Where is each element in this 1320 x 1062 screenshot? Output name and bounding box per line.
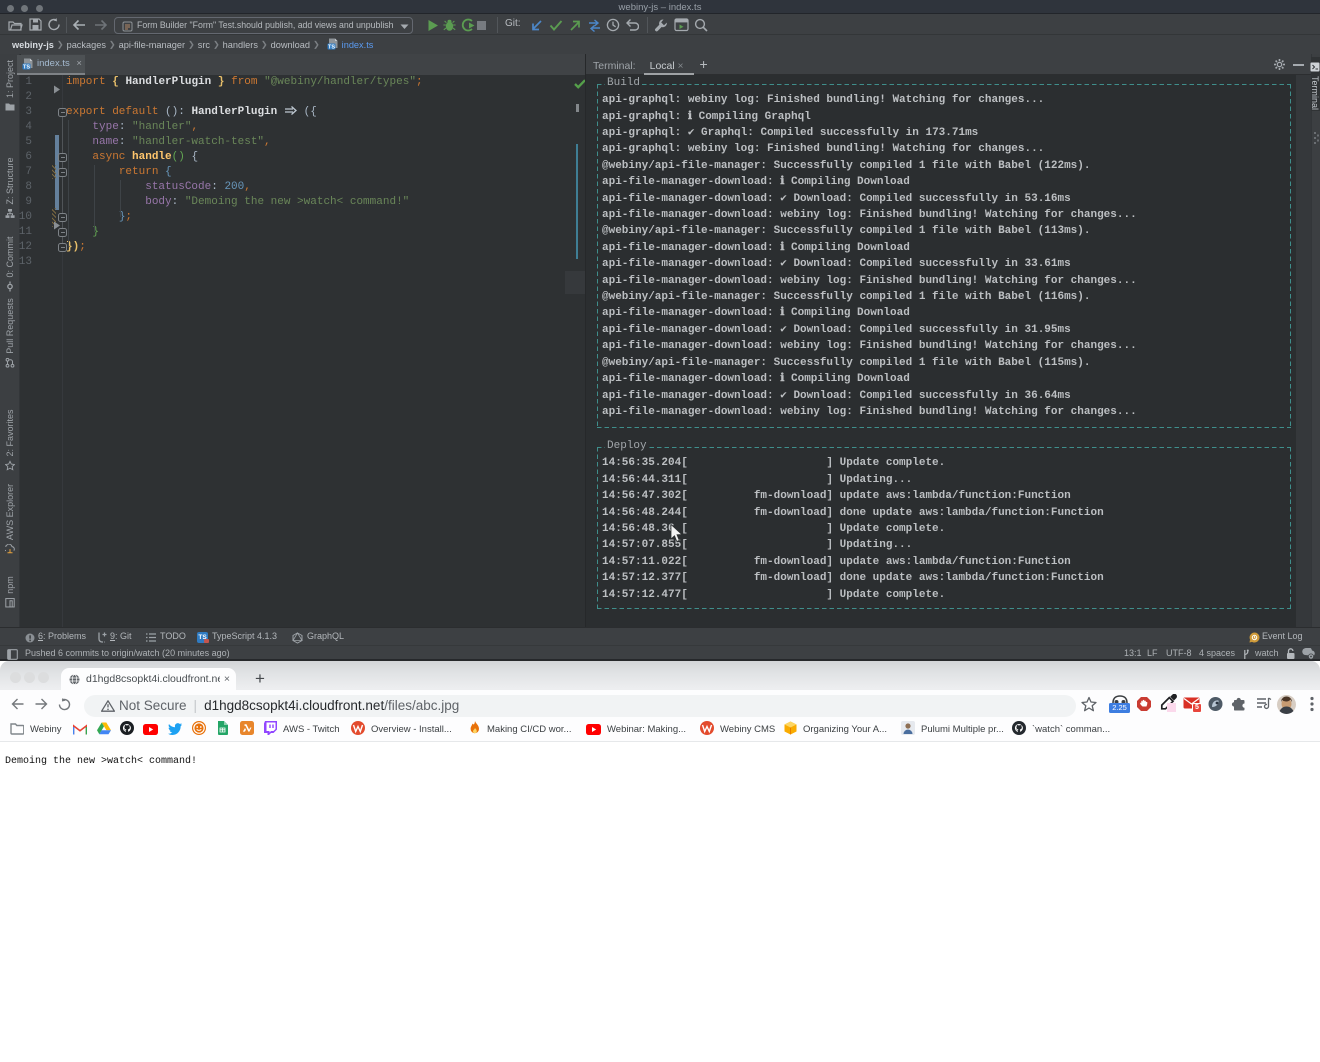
svg-text:TS: TS (328, 44, 335, 50)
svg-text:TS: TS (23, 64, 30, 70)
